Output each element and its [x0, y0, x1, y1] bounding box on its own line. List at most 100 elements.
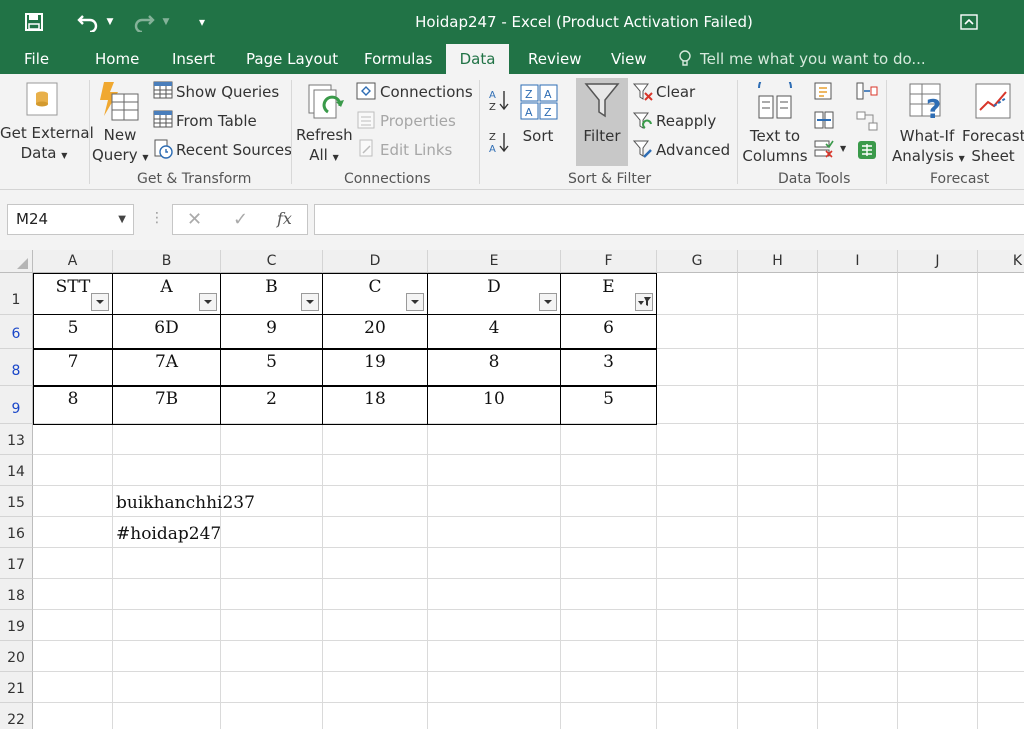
column-header-e[interactable]: E — [428, 250, 561, 273]
column-header-d[interactable]: D — [323, 250, 428, 273]
row-header-17[interactable]: 17 — [0, 548, 33, 579]
column-header-h[interactable]: H — [738, 250, 818, 273]
filter-button-label[interactable]: Filter — [576, 127, 628, 145]
column-header-g[interactable]: G — [657, 250, 738, 273]
remove-duplicates-icon[interactable] — [814, 111, 834, 133]
filter-dropdown-button[interactable] — [301, 293, 319, 311]
column-header-b[interactable]: B — [113, 250, 221, 273]
filter-dropdown-button[interactable] — [406, 293, 424, 311]
filter-dropdown-button[interactable] — [539, 293, 557, 311]
flash-fill-icon[interactable] — [814, 82, 834, 104]
column-header-f[interactable]: F — [561, 250, 657, 273]
table-cell[interactable]: 8 — [427, 348, 561, 387]
data-validation-icon[interactable] — [814, 140, 834, 162]
table-cell[interactable]: 8 — [33, 385, 113, 425]
row-header-13[interactable]: 13 — [0, 424, 33, 455]
row-header-16[interactable]: 16 — [0, 517, 33, 548]
formula-input[interactable] — [314, 204, 1024, 235]
name-box-dropdown-icon[interactable]: ▼ — [118, 205, 126, 234]
row-header-19[interactable]: 19 — [0, 610, 33, 641]
filter-active-button[interactable] — [635, 293, 653, 311]
connections-button[interactable]: Connections — [380, 83, 473, 101]
manage-data-model-icon[interactable] — [856, 139, 878, 165]
tell-me-search[interactable]: Tell me what you want to do... — [700, 44, 926, 74]
table-cell[interactable]: 18 — [322, 385, 428, 425]
tab-formulas[interactable]: Formulas — [352, 44, 444, 74]
refresh-all-button[interactable]: Refresh All ▼ — [296, 126, 353, 167]
table-cell[interactable]: 7A — [112, 348, 221, 387]
name-box[interactable]: M24 ▼ — [7, 204, 134, 235]
column-header-k[interactable]: K — [978, 250, 1024, 273]
forecast-sheet-button[interactable]: Forecast Sheet — [962, 127, 1024, 165]
function-icon[interactable]: fx — [277, 209, 292, 228]
cancel-x-icon[interactable]: ✕ — [187, 209, 202, 230]
get-external-data-button[interactable]: Get External Data ▼ — [0, 124, 94, 165]
column-header-j[interactable]: J — [898, 250, 978, 273]
tab-insert[interactable]: Insert — [160, 44, 227, 74]
tab-data[interactable]: Data — [446, 44, 509, 74]
table-cell[interactable]: 9 — [220, 314, 323, 350]
sort-z-a-icon[interactable]: ZA — [488, 130, 510, 158]
table-cell[interactable]: 5 — [33, 314, 113, 350]
row-header-14[interactable]: 14 — [0, 455, 33, 486]
table-cell[interactable]: 3 — [560, 348, 657, 387]
sort-button[interactable]: Sort — [518, 127, 558, 145]
consolidate-icon[interactable] — [856, 82, 878, 104]
cell-b16[interactable]: #hoidap247 — [113, 517, 413, 548]
table-cell[interactable]: 7B — [112, 385, 221, 425]
show-queries-button[interactable]: Show Queries — [176, 83, 279, 101]
tab-view[interactable]: View — [599, 44, 659, 74]
tab-file[interactable]: File — [12, 44, 61, 74]
table-cell[interactable]: 5 — [220, 348, 323, 387]
table-cell[interactable]: 6 — [560, 314, 657, 350]
tab-review[interactable]: Review — [516, 44, 594, 74]
table-cell[interactable]: 5 — [560, 385, 657, 425]
table-cell[interactable]: 20 — [322, 314, 428, 350]
column-header-i[interactable]: I — [818, 250, 898, 273]
table-cell[interactable]: 2 — [220, 385, 323, 425]
table-cell[interactable]: 19 — [322, 348, 428, 387]
table-cell[interactable]: 4 — [427, 314, 561, 350]
tab-home[interactable]: Home — [83, 44, 151, 74]
filter-dropdown-button[interactable] — [199, 293, 217, 311]
ribbon-display-options-icon[interactable] — [956, 9, 982, 35]
table-cell[interactable]: 10 — [427, 385, 561, 425]
text-to-columns-button[interactable]: Text to Columns — [742, 127, 808, 165]
row-header-22[interactable]: 22 — [0, 703, 33, 729]
row-header-18[interactable]: 18 — [0, 579, 33, 610]
grid-row-line — [33, 454, 1024, 455]
column-header-c[interactable]: C — [221, 250, 323, 273]
from-table-button[interactable]: From Table — [176, 112, 257, 130]
column-header-a[interactable]: A — [33, 250, 113, 273]
relationships-icon[interactable] — [856, 111, 878, 135]
advanced-button[interactable]: Advanced — [656, 141, 730, 159]
what-if-analysis-button[interactable]: What-If Analysis ▼ — [892, 127, 965, 168]
edit-links-button[interactable]: Edit Links — [380, 141, 452, 159]
sort-a-z-icon[interactable]: AZ — [488, 88, 510, 116]
select-all-corner[interactable] — [0, 250, 33, 273]
check-icon[interactable]: ✓ — [233, 209, 248, 230]
row-header-20[interactable]: 20 — [0, 641, 33, 672]
formula-bar-grip[interactable]: ⋮ — [150, 210, 164, 226]
svg-text:Z: Z — [489, 132, 496, 143]
table-cell[interactable]: 6D — [112, 314, 221, 350]
data-validation-dropdown-icon[interactable]: ▼ — [840, 144, 846, 153]
table-cell[interactable]: 7 — [33, 348, 113, 387]
group-separator — [89, 80, 90, 184]
reapply-button[interactable]: Reapply — [656, 112, 716, 130]
row-header-8[interactable]: 8 — [0, 349, 33, 386]
formula-buttons: ✕ ✓ fx — [172, 204, 308, 235]
new-query-button[interactable]: New Query ▼ — [92, 126, 149, 167]
filter-dropdown-button[interactable] — [91, 293, 109, 311]
row-header-9[interactable]: 9 — [0, 386, 33, 424]
recent-sources-button[interactable]: Recent Sources — [176, 141, 292, 159]
row-header-15[interactable]: 15 — [0, 486, 33, 517]
row-header-6[interactable]: 6 — [0, 315, 33, 349]
row-header-1[interactable]: 1 — [0, 273, 33, 315]
row-header-21[interactable]: 21 — [0, 672, 33, 703]
tab-page-layout[interactable]: Page Layout — [234, 44, 350, 74]
properties-button[interactable]: Properties — [380, 112, 456, 130]
clear-button[interactable]: Clear — [656, 83, 695, 101]
ribbon-tabs: File Home Insert Page Layout Formulas Da… — [0, 44, 1024, 74]
cell-b15[interactable]: buikhanchhi237 — [113, 486, 413, 517]
